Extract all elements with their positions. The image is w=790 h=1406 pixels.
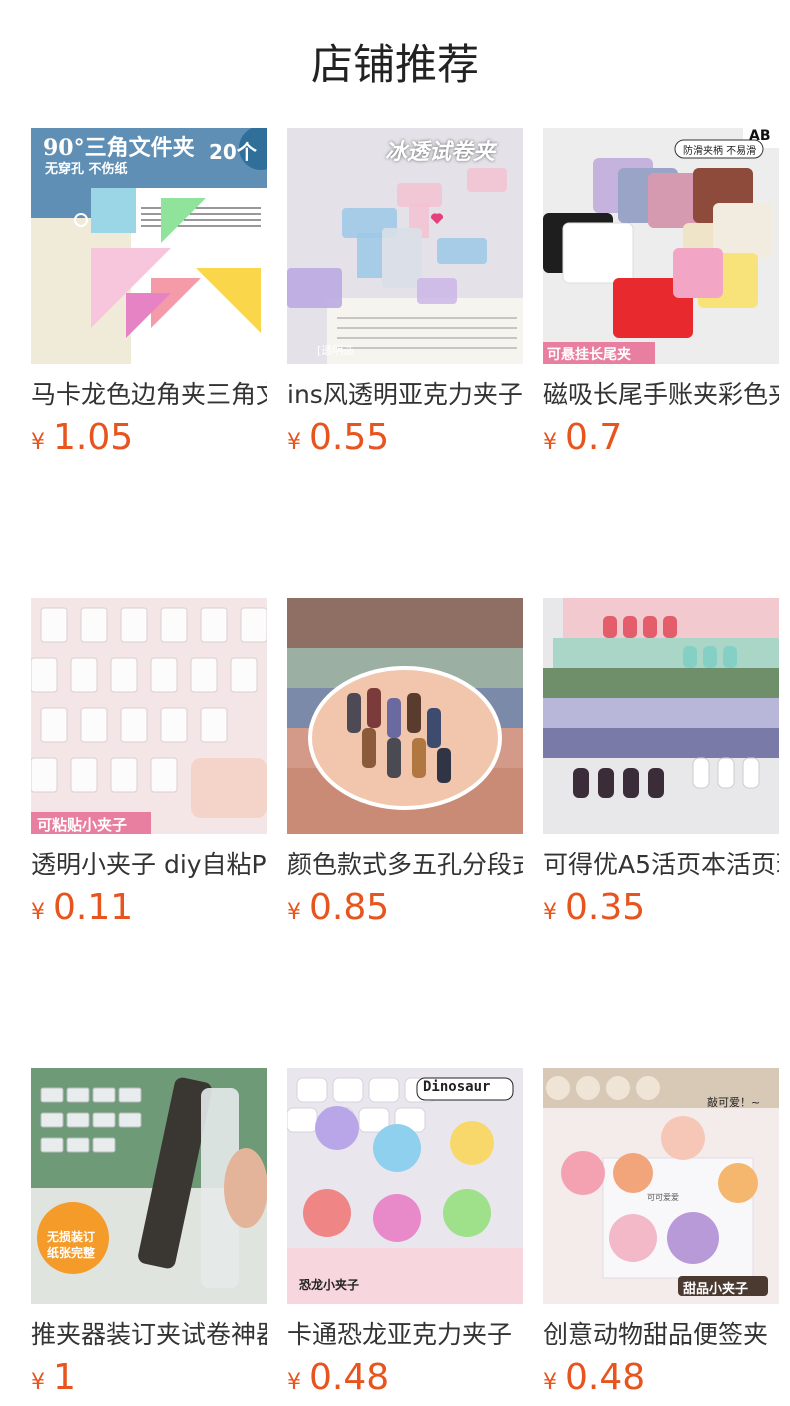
product-grid: 90°三角文件夹 无穿孔 不伤纸 20个 马卡龙色边角夹三角文件夹 ¥1.05 (31, 128, 790, 1406)
product-name[interactable]: 推夹器装订夹试卷神器 (31, 1318, 267, 1352)
count-badge: 20个 (209, 140, 257, 164)
product-card[interactable]: 无损装订 纸张完整 推夹器装订夹试卷神器 ¥1 (31, 1068, 267, 1406)
product-card[interactable]: 可得优A5活页本活页环 ¥0.35 (543, 598, 779, 936)
product-name[interactable]: 可得优A5活页本活页环 (543, 848, 779, 882)
product-image[interactable]: 可粘贴小夹子 (31, 598, 267, 834)
product-card[interactable]: Dinosaur 恐龙小夹子 卡通恐龙亚克力夹子 ¥0.48 (287, 1068, 523, 1406)
product-image[interactable] (287, 598, 523, 834)
currency-symbol: ¥ (287, 430, 301, 455)
image-caption: 恐龙小夹子 (299, 1278, 360, 1292)
product-name[interactable]: 卡通恐龙亚克力夹子 (287, 1318, 523, 1352)
image-badge-line2: 纸张完整 (47, 1246, 96, 1260)
product-price: ¥0.35 (543, 886, 779, 936)
image-caption-small: 可可爱爱 (647, 1193, 679, 1202)
product-image[interactable]: 90°三角文件夹 无穿孔 不伤纸 20个 (31, 128, 267, 364)
product-card[interactable]: 颜色款式多五孔分段式活页圈 ¥0.85 (287, 598, 523, 936)
image-headline: Dinosaur (423, 1079, 491, 1095)
product-card[interactable]: 敲可爱！~ 可可爱爱 甜品小夹子 创意动物甜品便签夹 ¥0.48 (543, 1068, 779, 1406)
image-subline: 无穿孔 不伤纸 (45, 162, 128, 177)
image-banner: 可悬挂长尾夹 (547, 347, 631, 363)
product-card[interactable]: 防滑夹柄 不易滑 可悬挂长尾夹 AB 磁吸长尾手账夹彩色夹子 ¥0.7 (543, 128, 779, 466)
price-value: 1 (53, 1357, 76, 1398)
currency-symbol: ¥ (287, 1370, 301, 1395)
section-title: 店铺推荐 (310, 40, 479, 89)
product-image[interactable] (543, 598, 779, 834)
currency-symbol: ¥ (543, 1370, 557, 1395)
product-name[interactable]: 马卡龙色边角夹三角文件夹 (31, 378, 267, 412)
product-name[interactable]: 颜色款式多五孔分段式活页圈 (287, 848, 523, 882)
price-value: 0.48 (309, 1357, 390, 1398)
currency-symbol: ¥ (543, 900, 557, 925)
price-value: 0.11 (53, 887, 134, 928)
currency-symbol: ¥ (31, 1370, 45, 1395)
image-tagline: 防滑夹柄 不易滑 (683, 146, 757, 157)
price-value: 0.35 (565, 887, 646, 928)
product-price: ¥0.11 (31, 886, 267, 936)
currency-symbol: ¥ (287, 900, 301, 925)
product-price: ¥0.85 (287, 886, 523, 936)
product-card[interactable]: 可粘贴小夹子 透明小夹子 diy自粘PVC夹 ¥0.11 (31, 598, 267, 936)
product-price: ¥1.05 (31, 416, 267, 466)
product-image[interactable]: 防滑夹柄 不易滑 可悬挂长尾夹 AB (543, 128, 779, 364)
price-value: 0.85 (309, 887, 390, 928)
currency-symbol: ¥ (543, 430, 557, 455)
product-price: ¥0.48 (287, 1356, 523, 1406)
image-banner: 甜品小夹子 (683, 1282, 749, 1297)
currency-symbol: ¥ (31, 900, 45, 925)
product-price: ¥0.48 (543, 1356, 779, 1406)
product-image[interactable]: 敲可爱！~ 可可爱爱 甜品小夹子 (543, 1068, 779, 1304)
product-name[interactable]: 磁吸长尾手账夹彩色夹子 (543, 378, 779, 412)
product-image[interactable]: 冰透试卷夹 [透明造 (287, 128, 523, 364)
image-badge-line1: 无损装订 (47, 1230, 96, 1244)
price-value: 0.55 (309, 417, 390, 458)
currency-symbol: ¥ (31, 430, 45, 455)
product-price: ¥0.55 (287, 416, 523, 466)
product-card[interactable]: 冰透试卷夹 [透明造 ins风透明亚克力夹子 ¥0.55 (287, 128, 523, 466)
product-name[interactable]: 透明小夹子 diy自粘PVC夹 (31, 848, 267, 882)
image-corner-text: AB (749, 128, 771, 144)
image-banner: 可粘贴小夹子 (37, 816, 128, 834)
product-image[interactable]: Dinosaur 恐龙小夹子 (287, 1068, 523, 1304)
product-price: ¥1 (31, 1356, 267, 1406)
product-card[interactable]: 90°三角文件夹 无穿孔 不伤纸 20个 马卡龙色边角夹三角文件夹 ¥1.05 (31, 128, 267, 466)
product-name[interactable]: 创意动物甜品便签夹 (543, 1318, 779, 1352)
product-name[interactable]: ins风透明亚克力夹子 (287, 378, 523, 412)
price-value: 0.7 (565, 417, 623, 458)
image-caption: [透明造 (317, 344, 355, 357)
price-value: 1.05 (53, 417, 134, 458)
product-price: ¥0.7 (543, 416, 779, 466)
product-image[interactable]: 无损装订 纸张完整 (31, 1068, 267, 1304)
image-headline: 冰透试卷夹 (385, 140, 496, 165)
image-tagline: 敲可爱！~ (707, 1096, 761, 1109)
price-value: 0.48 (565, 1357, 646, 1398)
